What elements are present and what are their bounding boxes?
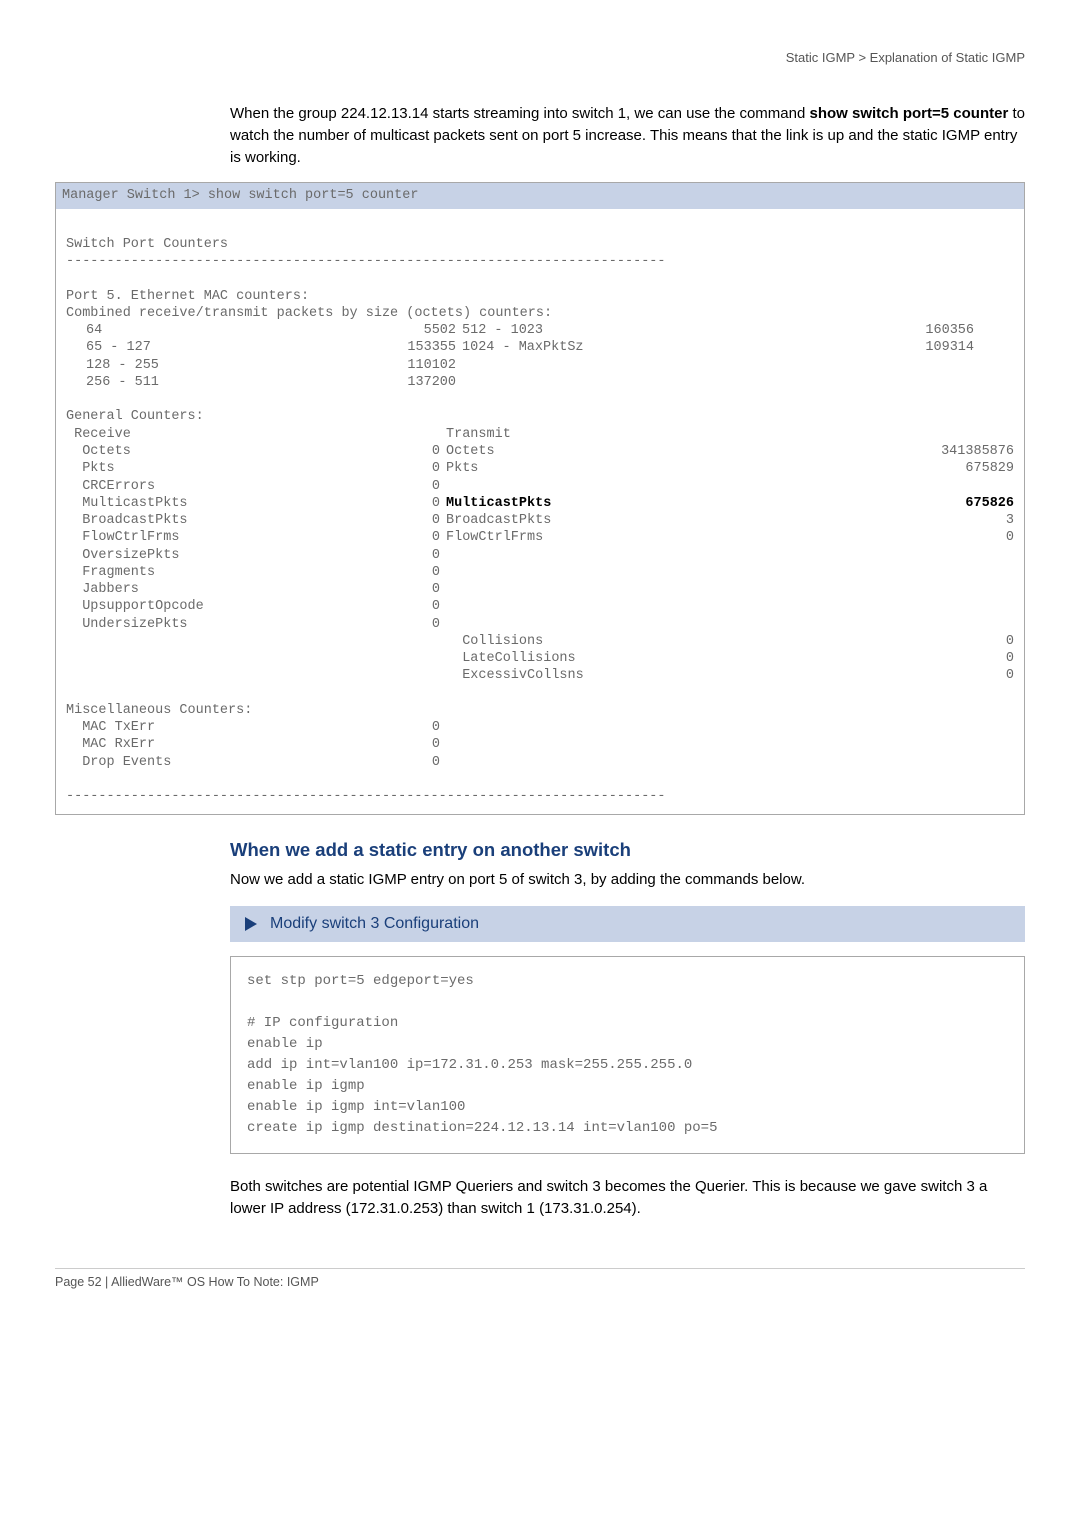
counter-rx-label: UpsupportOpcode	[66, 598, 406, 615]
size-range-label: 128 - 255	[66, 357, 366, 374]
misc-heading: Miscellaneous Counters:	[66, 702, 1014, 719]
terminal-title: Switch Port Counters	[66, 236, 1014, 253]
size-range-right-value: 160356	[884, 322, 1014, 339]
counter-rx-value: 0	[406, 564, 440, 581]
size-range-label: 256 - 511	[66, 374, 366, 391]
misc-counter-value: 0	[406, 719, 440, 736]
counter-tx-value: 341385876	[854, 443, 1014, 460]
counter-tx-value	[854, 547, 1014, 564]
misc-counter-value: 0	[406, 754, 440, 771]
counter-rx-label: CRCErrors	[66, 478, 406, 495]
misc-counter-label: Drop Events	[66, 754, 406, 771]
counter-rx-label: BroadcastPkts	[66, 512, 406, 529]
intro-cmd: show switch port=5 counter	[810, 105, 1009, 122]
counter-tx-only-label: ExcessivCollsns	[440, 667, 854, 684]
counter-tx-label: BroadcastPkts	[440, 512, 854, 529]
size-range-right-label	[456, 357, 884, 374]
intro-text-pre: When the group 224.12.13.14 starts strea…	[230, 105, 810, 122]
triangle-right-icon	[244, 916, 258, 932]
counter-tx-value: 3	[854, 512, 1014, 529]
size-range-value: 110102	[366, 357, 456, 374]
counter-rx-value: 0	[406, 547, 440, 564]
counter-tx-only-label: LateCollisions	[440, 650, 854, 667]
counter-tx-only-value: 0	[854, 667, 1014, 684]
breadcrumb: Static IGMP > Explanation of Static IGMP	[55, 50, 1025, 65]
intro-paragraph: When the group 224.12.13.14 starts strea…	[230, 103, 1025, 168]
counter-rx-value: 0	[406, 529, 440, 546]
counter-rx-label: MulticastPkts	[66, 495, 406, 512]
modify-config-label: Modify switch 3 Configuration	[270, 915, 479, 933]
counter-rx-value: 0	[406, 460, 440, 477]
size-range-label: 64	[66, 322, 366, 339]
counter-tx-only-value: 0	[854, 650, 1014, 667]
config-code-block: set stp port=5 edgeport=yes # IP configu…	[230, 956, 1025, 1154]
counter-tx-only-label: Collisions	[440, 633, 854, 650]
counter-rx-label: Fragments	[66, 564, 406, 581]
size-range-right-value	[884, 357, 1014, 374]
counter-rx-label: Octets	[66, 443, 406, 460]
misc-counter-value: 0	[406, 736, 440, 753]
counter-tx-value	[854, 598, 1014, 615]
counter-rx-value: 0	[406, 581, 440, 598]
size-range-right-label: 512 - 1023	[456, 322, 884, 339]
general-heading: General Counters:	[66, 408, 1014, 425]
counter-tx-label	[440, 564, 854, 581]
section-heading: When we add a static entry on another sw…	[230, 839, 1025, 861]
counter-tx-label	[440, 616, 854, 633]
counter-rx-value: 0	[406, 443, 440, 460]
counter-tx-label	[440, 547, 854, 564]
misc-counter-label: MAC RxErr	[66, 736, 406, 753]
counter-tx-label	[440, 478, 854, 495]
counter-tx-value: 675826	[854, 495, 1014, 512]
counter-rx-label: Pkts	[66, 460, 406, 477]
counter-rx-label: OversizePkts	[66, 547, 406, 564]
size-range-right-label: 1024 - MaxPktSz	[456, 339, 884, 356]
size-range-right-value	[884, 374, 1014, 391]
modify-config-bar: Modify switch 3 Configuration	[230, 906, 1025, 942]
counter-tx-value	[854, 564, 1014, 581]
counter-rx-value: 0	[406, 616, 440, 633]
counter-rx-label: FlowCtrlFrms	[66, 529, 406, 546]
counter-tx-value: 675829	[854, 460, 1014, 477]
section-body-2: Both switches are potential IGMP Querier…	[230, 1176, 1025, 1220]
counter-tx-value	[854, 616, 1014, 633]
size-range-right-label	[456, 374, 884, 391]
counter-rx-label: UndersizePkts	[66, 616, 406, 633]
size-range-label: 65 - 127	[66, 339, 366, 356]
counter-rx-value: 0	[406, 495, 440, 512]
section-body-1: Now we add a static IGMP entry on port 5…	[230, 869, 1025, 891]
terminal-output: Manager Switch 1> show switch port=5 cou…	[55, 182, 1025, 814]
page-footer: Page 52 | AlliedWare™ OS How To Note: IG…	[55, 1268, 1025, 1289]
size-range-value: 153355	[366, 339, 456, 356]
counter-tx-label: FlowCtrlFrms	[440, 529, 854, 546]
counter-rx-value: 0	[406, 598, 440, 615]
counter-rx-value: 0	[406, 512, 440, 529]
counter-tx-label: Octets	[440, 443, 854, 460]
terminal-command-line: Manager Switch 1> show switch port=5 cou…	[56, 183, 1024, 208]
counter-tx-label	[440, 581, 854, 598]
size-range-value: 5502	[366, 322, 456, 339]
counter-tx-value: 0	[854, 529, 1014, 546]
receive-label: Receive	[66, 426, 406, 443]
port-heading: Port 5. Ethernet MAC counters:	[66, 288, 1014, 305]
combined-heading: Combined receive/transmit packets by siz…	[66, 305, 1014, 322]
size-range-right-value: 109314	[884, 339, 1014, 356]
counter-tx-label: MulticastPkts	[440, 495, 854, 512]
counter-rx-label: Jabbers	[66, 581, 406, 598]
counter-tx-label: Pkts	[440, 460, 854, 477]
transmit-label: Transmit	[440, 426, 854, 443]
size-range-value: 137200	[366, 374, 456, 391]
terminal-rule-bottom: ----------------------------------------…	[66, 788, 1014, 805]
terminal-rule: ----------------------------------------…	[66, 253, 1014, 270]
counter-tx-label	[440, 598, 854, 615]
counter-rx-value: 0	[406, 478, 440, 495]
misc-counter-label: MAC TxErr	[66, 719, 406, 736]
counter-tx-only-value: 0	[854, 633, 1014, 650]
counter-tx-value	[854, 581, 1014, 598]
counter-tx-value	[854, 478, 1014, 495]
